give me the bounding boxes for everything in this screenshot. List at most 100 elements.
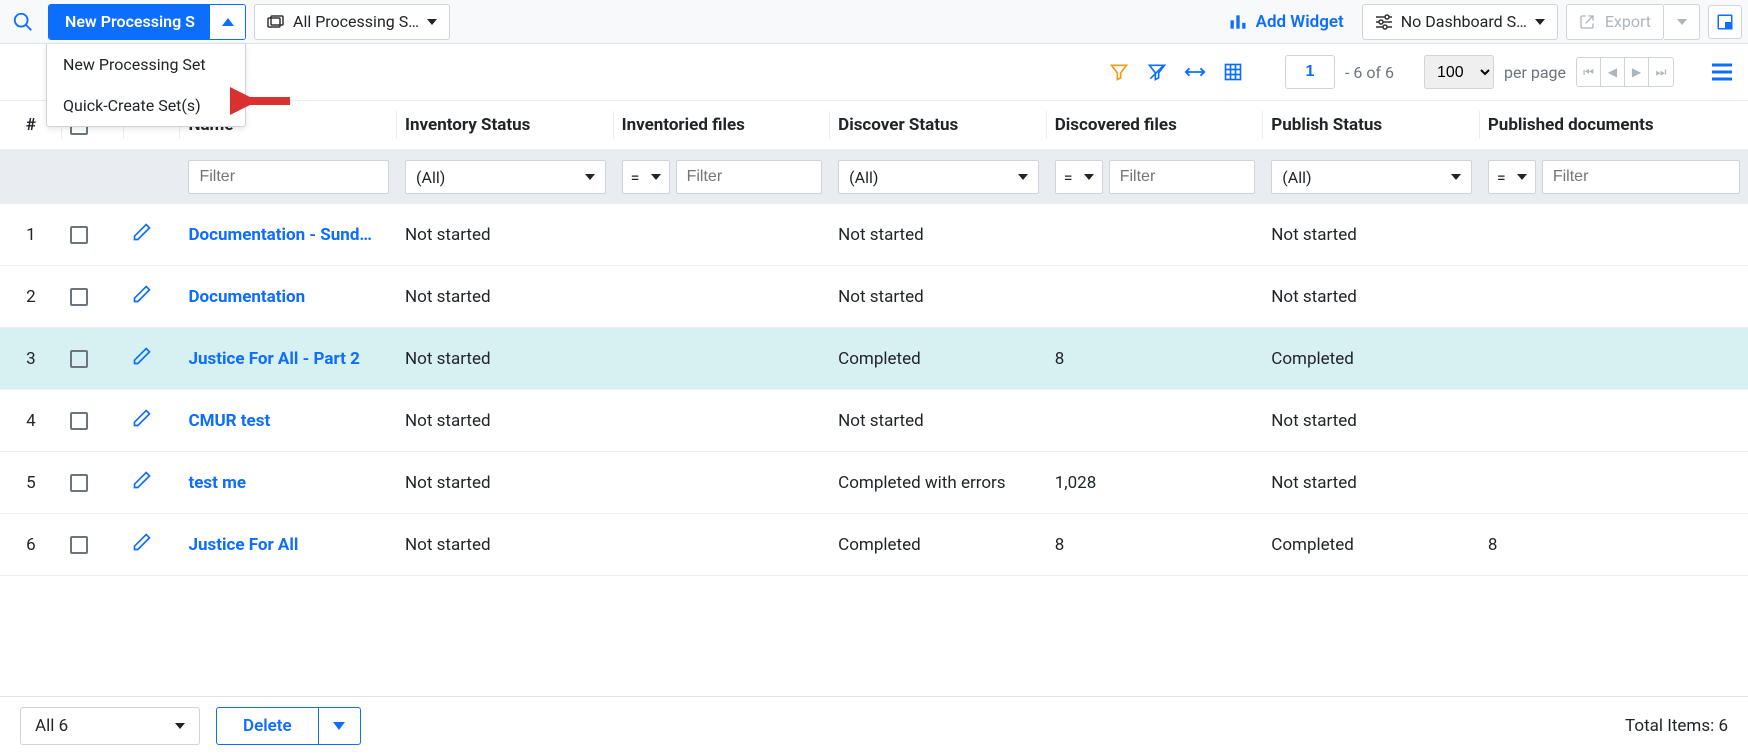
processing-sets-table: # Name Inventory Status Inventoried file… <box>0 100 1748 576</box>
pencil-icon[interactable] <box>132 289 152 309</box>
pencil-icon[interactable] <box>132 351 152 371</box>
filter-discovered-files[interactable] <box>1109 160 1256 194</box>
filter-row: (All) = (All) = (All) = <box>0 150 1748 205</box>
checkbox-icon[interactable] <box>70 412 88 430</box>
new-processing-set-split-button[interactable]: New Processing S <box>48 4 246 40</box>
pager-first[interactable]: ⏮ <box>1577 58 1601 86</box>
bulk-action-caret[interactable] <box>318 708 360 744</box>
layout-icon <box>1716 13 1734 31</box>
grid-view-icon[interactable] <box>1219 58 1247 86</box>
checkbox-icon[interactable] <box>70 474 88 492</box>
new-processing-set-caret[interactable] <box>209 5 245 39</box>
new-processing-set-button[interactable]: New Processing S <box>49 5 209 39</box>
cell-inventoried-files <box>614 204 831 266</box>
filter-inventory-status[interactable]: (All) <box>405 160 606 194</box>
search-icon[interactable] <box>6 5 40 39</box>
filter-published-documents[interactable] <box>1542 160 1740 194</box>
selection-scope-dropdown[interactable]: All 6 <box>20 707 200 745</box>
row-name-link[interactable]: Justice For All - Part 2 <box>188 349 359 369</box>
cell-discover-status: Completed with errors <box>830 452 1047 514</box>
row-edit-cell <box>124 514 181 576</box>
filter-op-inventoried[interactable]: = <box>622 160 670 194</box>
page-size-select[interactable]: 100 <box>1424 55 1494 89</box>
export-button[interactable]: Export <box>1566 4 1664 40</box>
cell-inventoried-files <box>614 514 831 576</box>
row-name-link[interactable]: Documentation - Sund… <box>188 225 372 245</box>
view-selector[interactable]: All Processing S… <box>254 4 450 40</box>
annotation-arrow-icon <box>230 86 300 116</box>
pencil-icon[interactable] <box>132 537 152 557</box>
filter-inventoried-files[interactable] <box>676 160 823 194</box>
add-widget-button[interactable]: Add Widget <box>1218 12 1354 32</box>
row-number: 5 <box>0 452 62 514</box>
col-publish-status[interactable]: Publish Status <box>1263 101 1480 150</box>
col-published-documents[interactable]: Published documents <box>1480 101 1748 150</box>
export-icon <box>1579 14 1595 30</box>
checkbox-icon[interactable] <box>70 350 88 368</box>
export-caret[interactable] <box>1664 4 1700 40</box>
row-name-link[interactable]: test me <box>188 473 246 493</box>
row-checkbox-cell <box>62 452 124 514</box>
table-row[interactable]: 2DocumentationNot startedNot startedNot … <box>0 266 1748 328</box>
filter-name[interactable] <box>188 160 389 194</box>
row-checkbox-cell <box>62 204 124 266</box>
pencil-icon[interactable] <box>132 227 152 247</box>
cell-discovered-files <box>1047 204 1264 266</box>
pager: ⏮ ◀ ▶ ⏭ <box>1576 57 1674 87</box>
dropdown-item-quick-create-sets[interactable]: Quick-Create Set(s) <box>47 85 245 126</box>
cell-inventory-status: Not started <box>397 328 614 390</box>
cell-published-documents <box>1480 390 1748 452</box>
table-row[interactable]: 4CMUR testNot startedNot startedNot star… <box>0 390 1748 452</box>
clear-filter-icon[interactable] <box>1143 58 1171 86</box>
bulk-action-label[interactable]: Delete <box>217 708 318 744</box>
dashboard-selector[interactable]: No Dashboard S… <box>1362 4 1558 40</box>
row-name-link[interactable]: Documentation <box>188 287 305 307</box>
bulk-action-split-button[interactable]: Delete <box>216 707 361 745</box>
pager-next[interactable]: ▶ <box>1625 58 1649 86</box>
chevron-down-icon <box>333 722 345 730</box>
row-name-link[interactable]: CMUR test <box>188 411 270 431</box>
chevron-up-icon <box>222 18 234 26</box>
table-row[interactable]: 5test meNot startedCompleted with errors… <box>0 452 1748 514</box>
page-number-input[interactable] <box>1285 55 1335 89</box>
pencil-icon[interactable] <box>132 413 152 433</box>
hamburger-menu-icon[interactable] <box>1708 58 1736 86</box>
table-row[interactable]: 3Justice For All - Part 2Not startedComp… <box>0 328 1748 390</box>
layout-toggle-button[interactable] <box>1708 5 1742 39</box>
cell-publish-status: Not started <box>1263 390 1480 452</box>
pager-prev[interactable]: ◀ <box>1601 58 1625 86</box>
fit-columns-icon[interactable] <box>1181 58 1209 86</box>
table-row[interactable]: 1Documentation - Sund…Not startedNot sta… <box>0 204 1748 266</box>
dropdown-item-new-processing-set[interactable]: New Processing Set <box>47 44 245 85</box>
col-inventoried-files[interactable]: Inventoried files <box>614 101 831 150</box>
checkbox-icon[interactable] <box>70 288 88 306</box>
chevron-down-icon <box>1084 174 1094 180</box>
checkbox-icon[interactable] <box>70 536 88 554</box>
filter-publish-status[interactable]: (All) <box>1271 160 1472 194</box>
cell-discover-status: Not started <box>830 204 1047 266</box>
cell-publish-status: Not started <box>1263 266 1480 328</box>
row-checkbox-cell <box>62 266 124 328</box>
cell-inventory-status: Not started <box>397 390 614 452</box>
pager-last[interactable]: ⏭ <box>1649 58 1673 86</box>
pencil-icon[interactable] <box>132 475 152 495</box>
chevron-down-icon <box>585 174 595 180</box>
chevron-down-icon <box>175 723 185 729</box>
table-row[interactable]: 6Justice For AllNot startedCompleted8Com… <box>0 514 1748 576</box>
filter-discover-status[interactable]: (All) <box>838 160 1039 194</box>
cell-published-documents <box>1480 204 1748 266</box>
cell-publish-status: Completed <box>1263 514 1480 576</box>
view-selector-label: All Processing S… <box>293 12 419 31</box>
filter-icon[interactable] <box>1105 58 1133 86</box>
col-discover-status[interactable]: Discover Status <box>830 101 1047 150</box>
col-inventory-status[interactable]: Inventory Status <box>397 101 614 150</box>
chevron-down-icon <box>651 174 661 180</box>
filter-op-published[interactable]: = <box>1488 160 1536 194</box>
export-label: Export <box>1605 12 1651 31</box>
add-widget-label: Add Widget <box>1256 12 1344 32</box>
checkbox-icon[interactable] <box>70 226 88 244</box>
row-name-link[interactable]: Justice For All <box>188 535 298 555</box>
filter-op-discovered[interactable]: = <box>1055 160 1103 194</box>
row-number: 3 <box>0 328 62 390</box>
col-discovered-files[interactable]: Discovered files <box>1047 101 1264 150</box>
